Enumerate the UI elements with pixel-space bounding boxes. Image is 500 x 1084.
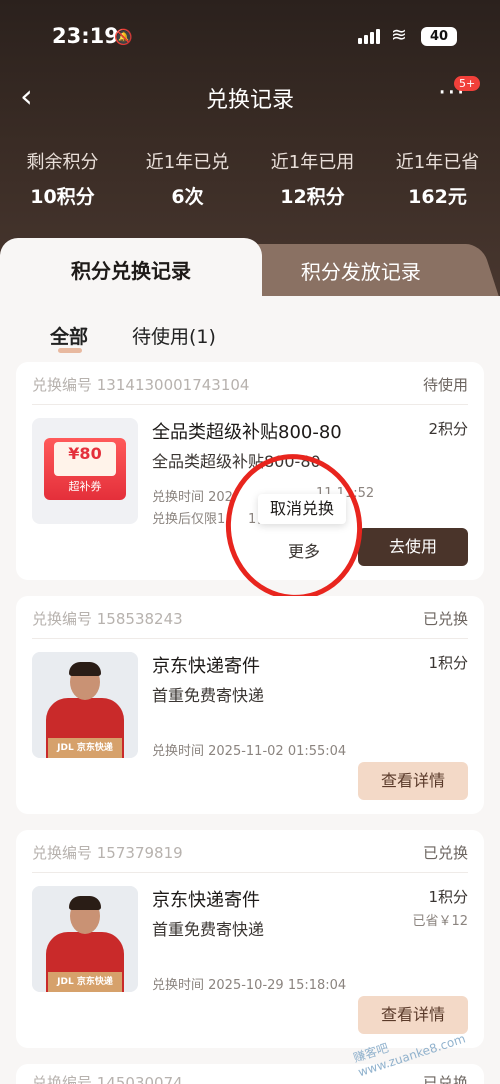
record-number: 兑换编号 1314130001743104: [32, 376, 250, 394]
points-summary: 剩余积分 10积分 近1年已兑 6次 近1年已用 12积分 近1年已省 162元: [0, 148, 500, 208]
coupon-amount: ¥80: [68, 444, 102, 463]
record-tabs: 积分发放记录 积分兑换记录: [0, 238, 500, 300]
coupon-envelope-icon: ¥80 超补券: [44, 438, 126, 500]
product-name: 京东快递寄件: [152, 656, 260, 677]
page-title: 兑换记录: [205, 88, 294, 113]
use-button[interactable]: 去使用: [358, 528, 468, 566]
notification-badge: 5+: [454, 76, 481, 91]
parcel-box: JDL 京东快递: [48, 972, 122, 992]
stat-label: 近1年已用: [270, 152, 355, 173]
battery-icon: 40: [421, 27, 457, 46]
courier-thumbnail: JDL 京东快递: [32, 886, 138, 992]
stat-redeemed: 近1年已兑 6次: [125, 148, 250, 209]
saved-amount: 已省￥12: [412, 914, 468, 929]
exchange-time: 兑换时间 2025-10-29 15:18:04: [152, 978, 347, 993]
status-time: 23:19: [52, 24, 119, 48]
points-cost: 2积分: [428, 420, 468, 438]
validity-note: 兑换后仅限1: [152, 512, 226, 527]
product-name: 京东快递寄件: [152, 890, 260, 911]
record-state: 待使用: [422, 376, 468, 394]
record-number: 兑换编号 157379819: [32, 844, 183, 862]
stat-value: 10积分: [30, 186, 95, 208]
stat-remaining: 剩余积分 10积分: [0, 148, 125, 209]
product-desc: 首重免费寄快递: [152, 920, 265, 939]
divider: [32, 638, 468, 639]
stat-label: 剩余积分: [26, 152, 99, 173]
product-name: 全品类超级补贴800-80: [152, 422, 342, 443]
exchange-time: 兑换时间 2025-11-02 01:55:04: [152, 744, 347, 759]
points-cost: 1积分: [428, 654, 468, 672]
record-state: 已兑换: [422, 844, 468, 862]
subtab-pending[interactable]: 待使用(1): [132, 322, 216, 349]
record-state: 已兑换: [422, 1074, 468, 1084]
courier-image: JDL 京东快递: [32, 652, 138, 758]
stat-value: 12积分: [280, 186, 345, 208]
nav-bar: ‹ 兑换记录 ··· 5+: [0, 76, 500, 120]
courier-hair: [69, 896, 101, 910]
record-number: 兑换编号 158538243: [32, 610, 183, 628]
stat-label: 近1年已兑: [145, 152, 230, 173]
tab-points-redeemed[interactable]: 积分兑换记录: [0, 238, 262, 300]
points-cost: 1积分: [428, 888, 468, 906]
subtab-all[interactable]: 全部: [50, 322, 88, 349]
divider: [32, 872, 468, 873]
stat-label: 近1年已省: [395, 152, 480, 173]
stat-value: 162元: [408, 186, 467, 208]
courier-image: JDL 京东快递: [32, 886, 138, 992]
courier-thumbnail: JDL 京东快递: [32, 652, 138, 758]
status-bar: 23:19 🔕 ≋ 40: [0, 22, 500, 54]
tab-points-issued[interactable]: 积分发放记录: [221, 244, 500, 300]
stat-value: 6次: [171, 186, 204, 208]
record-state: 已兑换: [422, 610, 468, 628]
record-card[interactable]: 兑换编号 158538243 已兑换 JDL 京东快递 京东快递寄件 首重免费寄…: [16, 596, 484, 814]
record-card[interactable]: 兑换编号 157379819 已兑换 JDL 京东快递 京东快递寄件 首重免费寄…: [16, 830, 484, 1048]
stat-saved: 近1年已省 162元: [375, 148, 500, 209]
parcel-box: JDL 京东快递: [48, 738, 122, 758]
tab-label: 积分发放记录: [300, 260, 421, 284]
courier-hair: [69, 662, 101, 676]
wifi-icon: ≋: [391, 24, 407, 46]
product-desc: 首重免费寄快递: [152, 686, 265, 705]
stat-used: 近1年已用 12积分: [250, 148, 375, 209]
mute-bell-icon: 🔕: [114, 28, 133, 46]
subtab-underline: [58, 348, 82, 353]
coupon-thumbnail: ¥80 超补券: [32, 418, 138, 524]
view-details-button[interactable]: 查看详情: [358, 762, 468, 800]
record-card[interactable]: 兑换编号 145030074 已兑换: [16, 1064, 484, 1084]
divider: [32, 404, 468, 405]
signal-icon: [358, 28, 382, 44]
coupon-tag: 超补券: [68, 480, 102, 493]
record-number: 兑换编号 145030074: [32, 1074, 183, 1084]
exchange-time: 兑换时间 202: [152, 490, 233, 505]
